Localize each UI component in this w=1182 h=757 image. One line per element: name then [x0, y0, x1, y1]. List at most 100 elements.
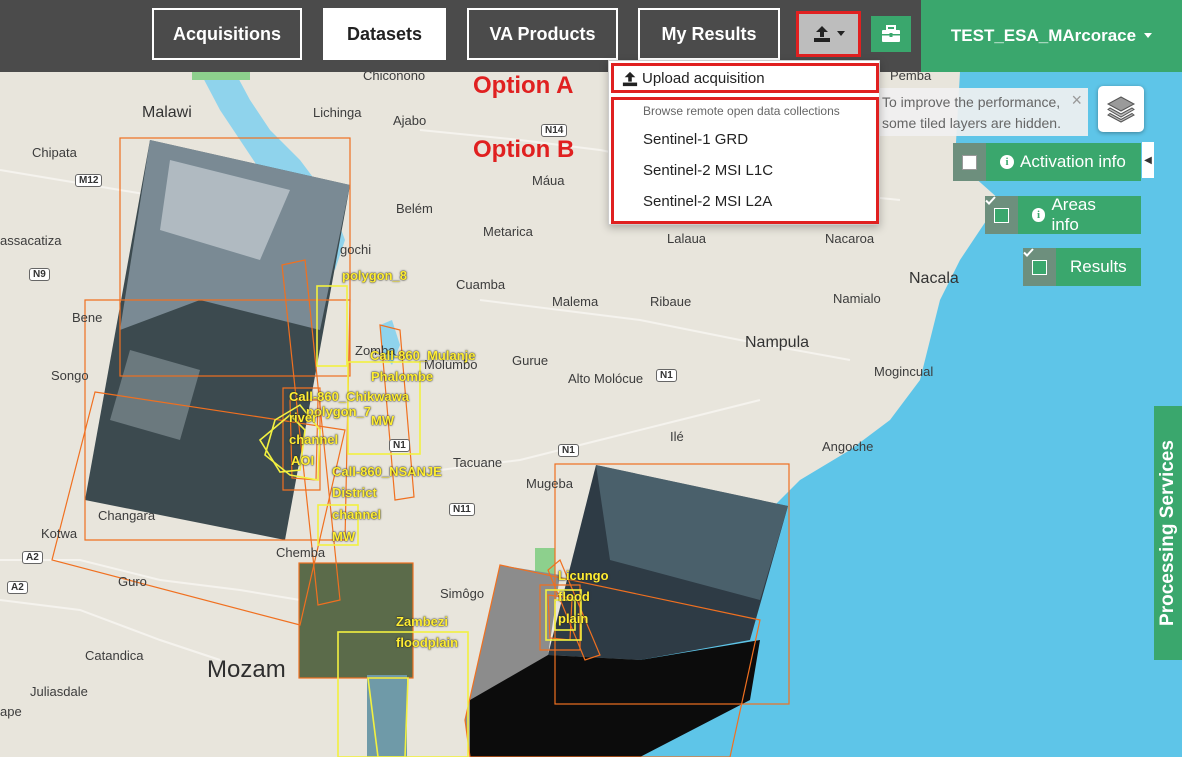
- place-label: gochi: [340, 242, 372, 257]
- road-shield: A2: [22, 551, 43, 564]
- place-label: Cuamba: [456, 277, 506, 292]
- activation-info-checkbox[interactable]: [953, 143, 986, 181]
- road-shield: N1: [656, 369, 677, 382]
- place-label: Juliasdale: [30, 684, 88, 699]
- top-navbar: Acquisitions Datasets VA Products My Res…: [0, 0, 1182, 72]
- road-shield: M12: [75, 174, 103, 187]
- place-label: Mugeba: [526, 476, 573, 491]
- sentinel-2-l1c-item[interactable]: Sentinel-2 MSI L1C: [643, 162, 773, 179]
- place-label: Simôgo: [440, 586, 485, 601]
- aoi-label: Call-860_NSANJE: [332, 464, 442, 479]
- results-checkbox[interactable]: [1023, 248, 1056, 286]
- aoi-label: plain: [558, 611, 589, 626]
- areas-info-toggle[interactable]: i Areas info: [985, 195, 1141, 234]
- map-view[interactable]: Malawi Lichinga Ajabo Chiconono Chipata …: [0, 72, 1182, 757]
- place-label: Ajabo: [393, 113, 427, 128]
- option-a-annotation: Option A: [473, 72, 574, 99]
- place-label: Pemba: [890, 72, 932, 83]
- place-label: Malema: [552, 294, 599, 309]
- upload-dropdown-button[interactable]: [796, 11, 861, 57]
- aoi-label: channel: [332, 507, 382, 522]
- upload-icon: [622, 71, 638, 87]
- aoi-label: Zambezi: [396, 614, 449, 629]
- place-label: Kotwa: [41, 526, 78, 541]
- results-label: Results: [1070, 257, 1127, 276]
- place-label: Lalaua: [667, 231, 707, 246]
- briefcase-button[interactable]: [871, 16, 911, 52]
- activation-info-label: Activation info: [1020, 152, 1126, 171]
- road-shield: N1: [389, 439, 410, 452]
- place-label: Máua: [532, 173, 565, 188]
- sentinel-2-l2a-item[interactable]: Sentinel-2 MSI L2A: [643, 193, 772, 210]
- user-menu[interactable]: TEST_ESA_MArcorace: [921, 0, 1182, 72]
- place-label: assacatiza: [0, 233, 62, 248]
- areas-info-label: Areas info: [1051, 195, 1096, 234]
- check-icon: [1023, 248, 1034, 257]
- place-label: Lichinga: [313, 105, 362, 120]
- nav-datasets-button[interactable]: Datasets: [323, 8, 446, 60]
- layers-button[interactable]: [1098, 86, 1144, 132]
- processing-services-label: Processing Services: [1157, 440, 1178, 626]
- place-label: Nacaroa: [825, 231, 875, 246]
- place-label: Chiconono: [363, 72, 426, 83]
- place-label: Alto Molócue: [568, 371, 644, 386]
- aoi-label: Call-860_Mulanje: [370, 348, 476, 363]
- place-label: Ribaue: [650, 294, 692, 309]
- place-label: ape: [0, 704, 22, 719]
- tiled-layers-notice: To improve the performance, some tiled l…: [876, 88, 1088, 136]
- aoi-label: flood: [558, 589, 590, 604]
- sentinel-1-grd-item[interactable]: Sentinel-1 GRD: [643, 131, 748, 148]
- caret-down-icon: [1144, 33, 1153, 38]
- upload-acquisition-item[interactable]: Upload acquisition: [611, 63, 879, 93]
- place-label: Songo: [51, 368, 89, 383]
- notice-line-1: To improve the performance,: [882, 94, 1061, 110]
- upload-icon: [813, 26, 830, 42]
- place-label: Chemba: [276, 545, 326, 560]
- collapse-panel-button[interactable]: ◀: [1142, 142, 1154, 178]
- place-label: Ilé: [670, 429, 684, 444]
- activation-info-toggle[interactable]: i Activation info: [953, 143, 1141, 181]
- place-label: Tacuane: [453, 455, 503, 470]
- aoi-label: MW: [371, 413, 395, 428]
- place-label: Chipata: [32, 145, 77, 160]
- option-b-annotation: Option B: [473, 136, 575, 163]
- place-label: Guro: [118, 574, 147, 589]
- road-shield: A2: [7, 581, 28, 594]
- nav-va-products-button[interactable]: VA Products: [467, 8, 618, 60]
- caret-down-icon: [836, 31, 845, 36]
- aoi-label: river: [289, 410, 318, 425]
- processing-services-tab[interactable]: Processing Services: [1154, 406, 1182, 660]
- remote-collections-header: Browse remote open data collections: [643, 104, 840, 118]
- results-toggle[interactable]: Results: [1023, 248, 1141, 286]
- nav-acquisitions-button[interactable]: Acquisitions: [152, 8, 302, 60]
- notice-line-2: some tiled layers are hidden.: [882, 115, 1061, 131]
- place-label: Angoche: [822, 439, 874, 454]
- close-icon[interactable]: ×: [1071, 90, 1082, 111]
- areas-info-checkbox[interactable]: [985, 196, 1018, 234]
- info-icon: i: [1031, 208, 1046, 222]
- road-shield: N1: [558, 444, 579, 457]
- place-label: Gurue: [512, 353, 549, 368]
- aoi-label: Call-860_Chikwawa: [289, 389, 409, 404]
- upload-acquisition-label: Upload acquisition: [642, 69, 765, 87]
- road-shield: N9: [29, 268, 50, 281]
- place-label: Mozam: [207, 656, 286, 683]
- nav-my-results-button[interactable]: My Results: [638, 8, 780, 60]
- place-label: Catandica: [85, 648, 144, 663]
- user-name: TEST_ESA_MArcorace: [950, 26, 1137, 45]
- road-shield: N11: [449, 503, 475, 516]
- aoi-label: AOI: [291, 453, 315, 468]
- aoi-label: floodplain: [396, 635, 459, 650]
- info-icon: i: [1000, 155, 1014, 169]
- place-label: Namialo: [833, 291, 881, 306]
- place-label: Nampula: [745, 334, 810, 351]
- place-label: Malawi: [142, 104, 192, 121]
- aoi-label: channel: [289, 432, 339, 447]
- place-label: Metarica: [483, 224, 533, 239]
- check-icon: [985, 196, 996, 205]
- aoi-label: MW: [332, 529, 356, 544]
- aoi-label: Phalombe: [371, 369, 434, 384]
- remote-collections-group: Browse remote open data collections Sent…: [611, 97, 879, 224]
- place-label: Nacala: [909, 270, 959, 287]
- place-label: Bene: [72, 310, 103, 325]
